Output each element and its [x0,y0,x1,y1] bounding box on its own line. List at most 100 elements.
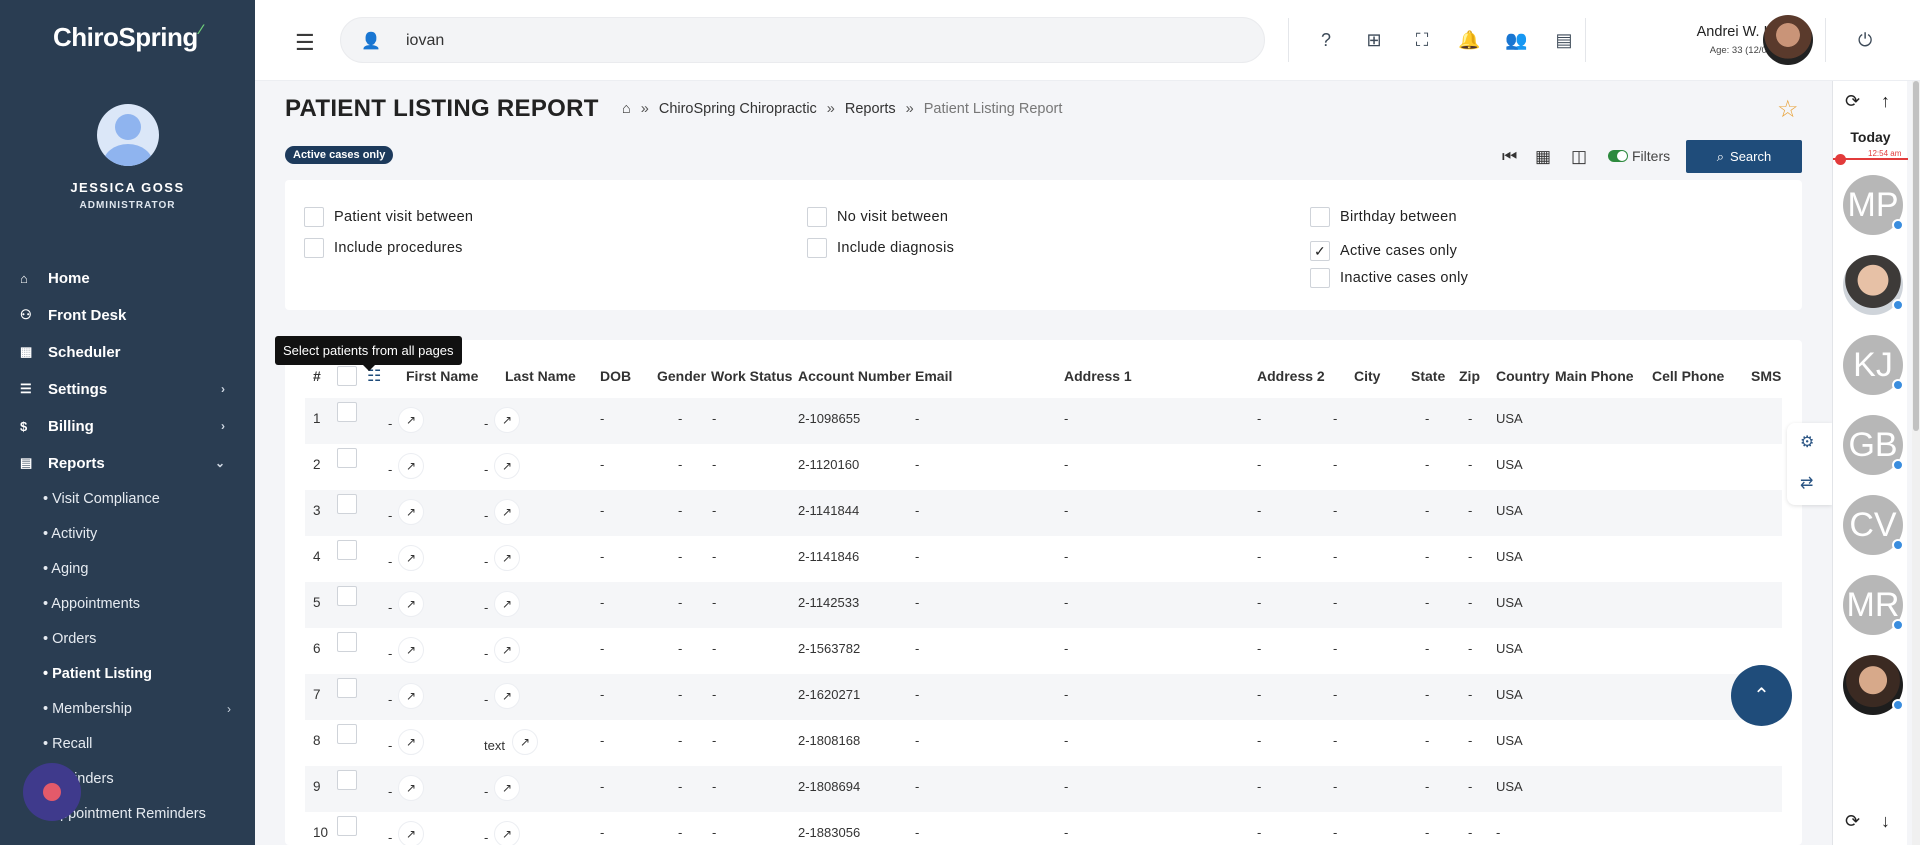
home-icon[interactable]: ⌂ [622,101,631,117]
row-checkbox[interactable] [337,494,357,514]
breadcrumb-clinic[interactable]: ChiroSpring Chiropractic [659,101,817,117]
arrow-up-icon[interactable]: ↑ [1881,91,1890,112]
filter-inactive-cases-only[interactable]: Inactive cases only [1310,268,1468,288]
external-link-icon[interactable]: ↗ [398,775,424,801]
table-view-icon[interactable]: ▦ [1535,147,1551,167]
col-header-dob[interactable]: DOB [600,368,631,384]
users-icon[interactable]: 👥 [1505,30,1527,51]
rail-patient-avatar[interactable] [1843,255,1904,315]
row-checkbox[interactable] [337,632,357,652]
external-link-icon[interactable]: ↗ [494,545,520,571]
filter-include-diagnosis[interactable]: Include diagnosis [807,238,954,258]
app-logo[interactable]: ChiroSpring ⁄ [53,21,202,53]
external-link-icon[interactable]: ↗ [494,499,520,525]
add-patient-icon[interactable]: 👤 [361,31,381,51]
report-reminders[interactable]: minders [62,766,252,792]
nav-billing[interactable]: $ Billing › [20,411,235,441]
col-header-country[interactable]: Country [1496,368,1550,384]
external-link-icon[interactable]: ↗ [398,407,424,433]
fullscreen-icon[interactable]: ⛶ [1411,30,1433,51]
row-checkbox[interactable] [337,678,357,698]
external-link-icon[interactable]: ↗ [494,591,520,617]
row-checkbox[interactable] [337,586,357,606]
filters-toggle[interactable] [1608,150,1628,162]
col-header-gender[interactable]: Gender [657,368,706,384]
rail-patient-avatar[interactable]: GB [1843,415,1904,475]
rail-patient-avatar[interactable]: MR [1843,575,1904,635]
nav-home[interactable]: ⌂ Home [20,263,235,293]
patient-search-input[interactable] [406,28,1206,54]
nav-front-desk[interactable]: ⚇ Front Desk [20,300,235,330]
col-header-sms[interactable]: SMS [1751,368,1781,384]
report-patient-listing[interactable]: • Patient Listing [43,661,233,687]
nav-reports[interactable]: ▤ Reports ⌄ [20,448,235,478]
checkbox[interactable] [1310,207,1330,227]
breadcrumb-reports[interactable]: Reports [845,101,896,117]
document-icon[interactable]: ▤ [1553,30,1575,51]
hamburger-menu-icon[interactable]: ☰ [295,30,315,56]
external-link-icon[interactable]: ↗ [398,499,424,525]
col-header-city[interactable]: City [1354,368,1380,384]
table-row[interactable] [305,490,1782,536]
scrollbar[interactable] [1912,81,1920,845]
row-checkbox[interactable] [337,448,357,468]
bell-icon[interactable]: 🔔 [1458,30,1480,51]
checkbox[interactable] [807,238,827,258]
report-aging[interactable]: • Aging [43,556,233,582]
col-header-zip[interactable]: Zip [1459,368,1480,384]
table-row[interactable] [305,582,1782,628]
row-checkbox[interactable] [337,770,357,790]
report-visit-compliance[interactable]: • Visit Compliance [43,486,233,512]
last-name-cell[interactable]: text [484,738,505,753]
current-patient-avatar[interactable] [1763,15,1813,65]
filter-no-visit-between[interactable]: No visit between [807,207,948,227]
external-link-icon[interactable]: ↗ [398,591,424,617]
gift-icon[interactable]: ⊞ [1363,30,1385,51]
col-header-state[interactable]: State [1411,368,1445,384]
rail-patient-avatar[interactable]: CV [1843,495,1904,555]
col-header-work-status[interactable]: Work Status [711,368,792,384]
external-link-icon[interactable]: ↗ [494,637,520,663]
nav-settings[interactable]: ☰ Settings › [20,374,235,404]
rail-patient-avatar[interactable]: KJ [1843,335,1904,395]
power-icon[interactable]: ⏻ [1858,30,1872,51]
search-button[interactable]: ⌕ Search [1686,140,1802,173]
col-header-first-name[interactable]: First Name [406,368,478,384]
external-link-icon[interactable]: ↗ [512,729,538,755]
user-avatar[interactable] [97,104,159,166]
table-row[interactable] [305,674,1782,720]
checkbox[interactable] [304,207,324,227]
external-link-icon[interactable]: ↗ [398,637,424,663]
checkbox[interactable] [807,207,827,227]
columns-icon[interactable]: ◫ [1571,147,1587,167]
external-link-icon[interactable]: ↗ [494,683,520,709]
checkbox[interactable] [304,238,324,258]
table-row[interactable] [305,628,1782,674]
checkbox[interactable] [1310,268,1330,288]
arrow-down-icon[interactable]: ↓ [1881,811,1890,832]
refresh-icon[interactable]: ⟳ [1845,91,1860,112]
scroll-top-button[interactable]: ⌃ [1731,665,1792,726]
col-header-main-phone[interactable]: Main Phone [1555,368,1634,384]
external-link-icon[interactable]: ↗ [398,729,424,755]
external-link-icon[interactable]: ↗ [398,453,424,479]
report-appointment-reminders[interactable]: ppointment Reminders [60,801,250,827]
col-header-email[interactable]: Email [915,368,952,384]
row-checkbox[interactable] [337,402,357,422]
select-all-checkbox[interactable] [337,366,357,386]
col-header-account-number[interactable]: Account Number [798,368,911,384]
report-recall[interactable]: • Recall [43,731,233,757]
refresh-icon[interactable]: ⟳ [1845,811,1860,832]
external-link-icon[interactable]: ↗ [494,821,520,845]
table-row[interactable] [305,398,1782,444]
table-row[interactable] [305,444,1782,490]
external-link-icon[interactable]: ↗ [494,775,520,801]
filter-patient-visit-between[interactable]: Patient visit between [304,207,473,227]
report-activity[interactable]: • Activity [43,521,233,547]
report-orders[interactable]: • Orders [43,626,233,652]
help-icon[interactable]: ? [1315,30,1337,51]
col-header-address-1[interactable]: Address 1 [1064,368,1132,384]
checkbox-checked[interactable]: ✓ [1310,241,1330,261]
chat-launcher-button[interactable] [23,763,81,821]
table-row[interactable] [305,812,1782,845]
